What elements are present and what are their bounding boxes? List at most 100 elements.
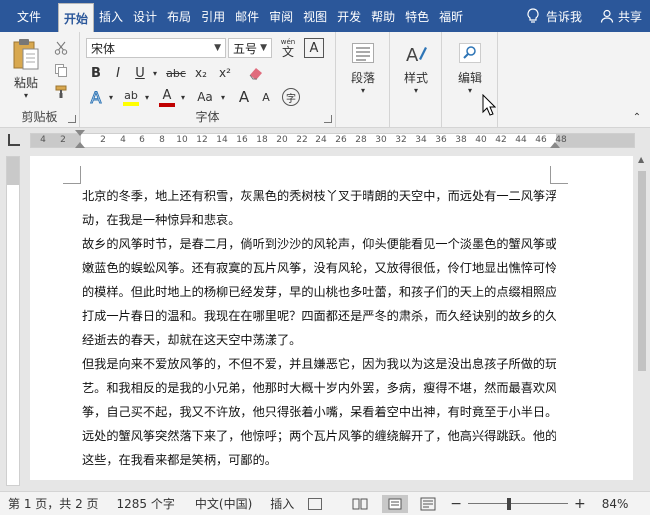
chevron-down-icon[interactable]: ▾ [178, 86, 188, 108]
phonetic-guide-button[interactable]: wén 文 [276, 36, 300, 60]
ruler-number: 40 [475, 135, 487, 145]
document-line[interactable]: 经逝去的春天，却就在这天空中荡漾了。 [82, 328, 556, 352]
document-line[interactable]: 北京的冬季，地上还有积雪，灰黑色的秃树枝丫叉于晴朗的天空中，而远处有一二风筝浮 [82, 184, 556, 208]
italic-button[interactable]: I [108, 62, 128, 84]
editing-button[interactable]: 编辑 ▾ [449, 36, 491, 102]
document-line[interactable]: 嫩蓝色的蜈蚣风筝。还有寂寞的瓦片风筝，没有风轮，又放得很低，伶仃地显出憔悴可怜 [82, 256, 556, 280]
vertical-ruler-top-margin [7, 157, 19, 185]
vertical-scrollbar[interactable]: ▲ [634, 151, 650, 491]
document-line[interactable]: 远处的蟹风筝突然落下来了，他惊呼；两个瓦片风筝的缠绕解开了，他高兴得跳跃。他的 [82, 424, 556, 448]
cut-button[interactable] [50, 38, 72, 58]
zoom-slider-thumb[interactable] [507, 497, 512, 510]
tab-mailings[interactable]: 邮件 [230, 0, 264, 32]
tab-insert[interactable]: 插入 [94, 0, 128, 32]
font-color-bar [159, 102, 175, 107]
bold-button[interactable]: B [86, 62, 106, 84]
superscript-button[interactable]: x² [214, 62, 236, 84]
hanging-indent-marker[interactable] [75, 142, 85, 148]
share-button[interactable]: 共享 [592, 0, 650, 32]
collapse-ribbon-icon[interactable]: ⌃ [630, 110, 644, 124]
tab-file[interactable]: 文件 [0, 0, 58, 32]
tab-review[interactable]: 审阅 [264, 0, 298, 32]
document-line[interactable]: 筝，自己买不起，我又不许放，他只得张着小嘴，呆看着空中出神，有时竟至于小半日。 [82, 400, 556, 424]
tell-me-box[interactable]: 告诉我 [516, 0, 592, 32]
font-launcher[interactable] [324, 115, 332, 123]
horizontal-ruler[interactable]: 4 2 2 4 6 8 10 12 14 16 18 20 22 24 26 28 30 32 34 36 38 40 42… [30, 130, 635, 148]
paste-button[interactable]: 粘贴 ▾ [6, 38, 46, 100]
page-count-status[interactable]: 第 1 页，共 2 页 [8, 495, 99, 512]
font-size-combo[interactable]: 五号 ▼ [228, 38, 272, 58]
tab-help[interactable]: 帮助 [366, 0, 400, 32]
character-border-button[interactable]: A [304, 38, 324, 58]
change-case-button[interactable]: Aa [192, 86, 218, 108]
zoom-in-icon[interactable]: + [574, 496, 586, 512]
web-layout-icon[interactable] [420, 497, 436, 511]
scroll-up-icon[interactable]: ▲ [638, 155, 644, 164]
ruler-number: 30 [375, 135, 387, 145]
chevron-down-icon[interactable]: ▾ [150, 62, 160, 84]
status-bar: 第 1 页，共 2 页 1285 个字 中文(中国) 插入 − + 84% [0, 491, 650, 515]
tab-layout[interactable]: 布局 [162, 0, 196, 32]
tab-developer[interactable]: 开发 [332, 0, 366, 32]
document-line[interactable]: 这些，在我看来都是笑柄，可鄙的。 [82, 448, 556, 472]
document-line[interactable]: 故乡的风筝时节，是春二月，倘听到沙沙的风轮声，仰头便能看见一个淡墨色的蟹风筝或 [82, 232, 556, 256]
tab-design[interactable]: 设计 [128, 0, 162, 32]
zoom-out-icon[interactable]: − [450, 496, 462, 512]
language-status[interactable]: 中文(中国) [195, 495, 252, 512]
tab-view[interactable]: 视图 [298, 0, 332, 32]
font-name-combo[interactable]: 宋体 ▼ [86, 38, 226, 58]
grow-font-button[interactable]: A [234, 86, 254, 108]
paintbrush-icon [55, 85, 67, 98]
tab-foxit[interactable]: 福昕 [434, 0, 468, 32]
chevron-down-icon[interactable]: ▾ [106, 86, 116, 108]
chevron-down-icon[interactable]: ▾ [218, 86, 228, 108]
tab-selector-icon[interactable] [8, 134, 20, 146]
shrink-font-button[interactable]: A [256, 86, 276, 108]
subscript-button[interactable]: x₂ [190, 62, 212, 84]
paragraph-button[interactable]: 段落 ▾ [342, 36, 384, 102]
read-mode-icon[interactable] [352, 497, 368, 511]
word-count-status[interactable]: 1285 个字 [117, 495, 175, 512]
macro-record-icon[interactable] [308, 497, 323, 510]
zoom-level[interactable]: 84% [602, 497, 629, 511]
underline-button[interactable]: U [130, 62, 150, 84]
tab-references[interactable]: 引用 [196, 0, 230, 32]
chevron-down-icon[interactable]: ▼ [214, 43, 221, 53]
first-line-indent-marker[interactable] [75, 130, 85, 136]
text-effects-button[interactable]: A [86, 86, 106, 108]
copy-button[interactable] [50, 60, 72, 80]
enclose-characters-button[interactable]: 字 [282, 88, 300, 106]
chevron-down-icon[interactable]: ▼ [260, 43, 267, 53]
document-body[interactable]: 北京的冬季，地上还有积雪，灰黑色的秃树枝丫叉于晴朗的天空中，而远处有一二风筝浮动… [82, 184, 556, 472]
zoom-slider[interactable] [468, 497, 569, 510]
ruler-number: 6 [139, 135, 145, 145]
tab-special[interactable]: 特色 [400, 0, 434, 32]
highlight-button[interactable]: ab [120, 86, 142, 108]
document-line[interactable]: 打成一片春日的温和。我现在在哪里呢？四面都还是严冬的肃杀，而久经诀别的故乡的久 [82, 304, 556, 328]
format-painter-button[interactable] [50, 82, 72, 102]
tab-home[interactable]: 开始 [58, 3, 95, 32]
magnifier-icon [459, 43, 481, 63]
print-layout-icon[interactable] [382, 494, 409, 513]
ruler-number: 18 [256, 135, 268, 145]
styles-button[interactable]: A 样式 ▾ [395, 36, 437, 102]
chevron-down-icon: ▾ [360, 86, 365, 95]
ruler-number: 4 [120, 135, 126, 145]
document-line[interactable]: 动，在我是一种惊异和悲哀。 [82, 208, 556, 232]
chevron-down-icon: ▾ [413, 86, 418, 95]
clipboard-group: 粘贴 ▾ 剪贴板 [0, 32, 80, 128]
clear-formatting-button[interactable] [244, 62, 268, 84]
vertical-ruler[interactable] [6, 156, 20, 486]
share-label: 共享 [617, 9, 642, 24]
insert-mode-status[interactable]: 插入 [270, 495, 294, 512]
document-line[interactable]: 艺。和我相反的是我的小兄弟，他那时大概十岁内外罢，多病，瘦得不堪，然而最喜欢风 [82, 376, 556, 400]
clipboard-launcher[interactable] [68, 115, 76, 123]
strikethrough-button[interactable]: abc [164, 62, 188, 84]
document-line[interactable]: 但我是向来不爱放风筝的，不但不爱，并且嫌恶它，因为我以为这是没出息孩子所做的玩 [82, 352, 556, 376]
document-page[interactable]: 北京的冬季，地上还有积雪，灰黑色的秃树枝丫叉于晴朗的天空中，而远处有一二风筝浮动… [30, 156, 633, 480]
chevron-down-icon[interactable]: ▾ [142, 86, 152, 108]
scissors-icon [54, 41, 68, 55]
font-color-button[interactable]: A [156, 86, 178, 108]
scrollbar-thumb[interactable] [638, 171, 646, 371]
document-line[interactable]: 的模样。但此时地上的杨柳已经发芽，早的山桃也多吐蕾，和孩子们的天上的点缀相照应， [82, 280, 556, 304]
